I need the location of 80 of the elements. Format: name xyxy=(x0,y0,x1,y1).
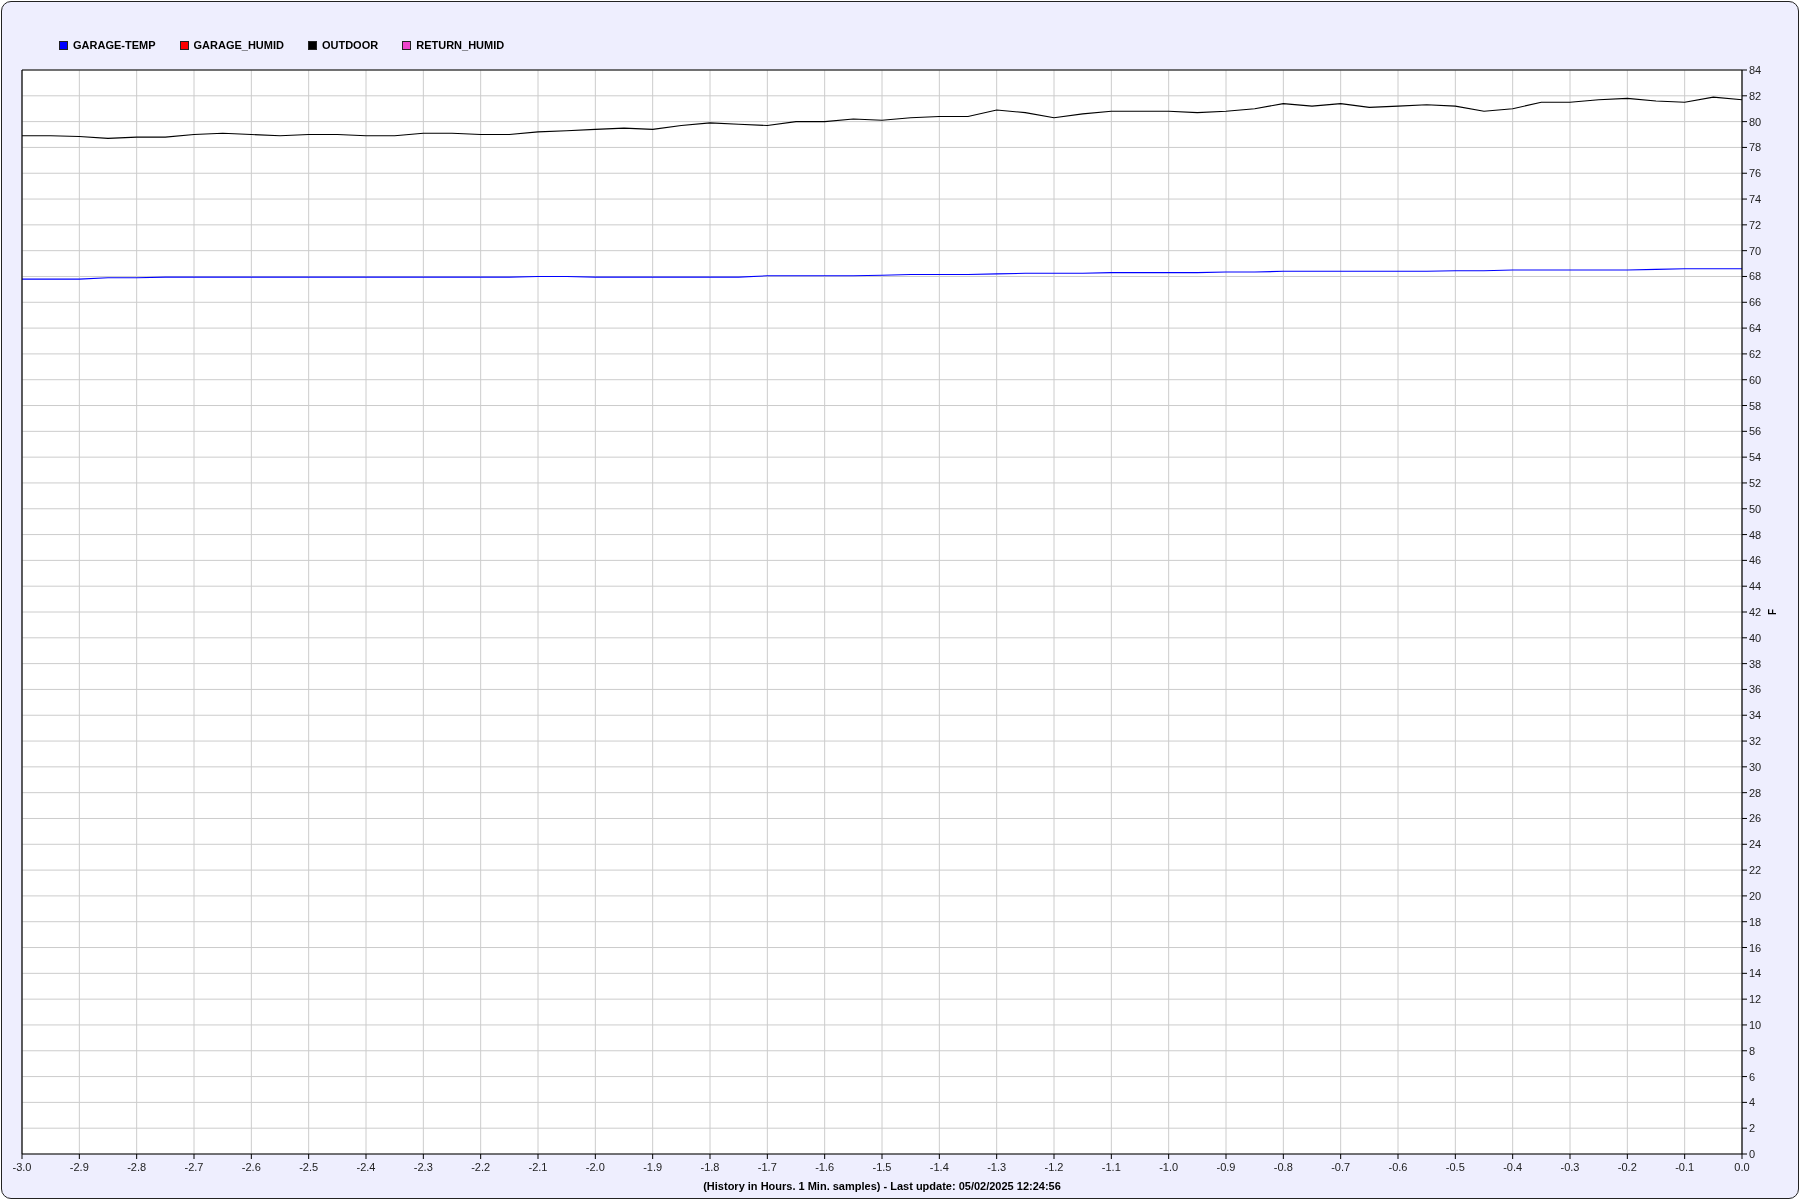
y-tick-label: 46 xyxy=(1749,554,1762,567)
y-tick-label: 14 xyxy=(1749,967,1762,980)
x-tick-label: -1.0 xyxy=(1159,1161,1179,1173)
y-tick-label: 66 xyxy=(1749,296,1762,309)
y-tick-label: 2 xyxy=(1749,1122,1756,1135)
y-tick-label: 6 xyxy=(1749,1070,1756,1083)
y-tick-label: 72 xyxy=(1749,218,1762,231)
y-tick-label: 68 xyxy=(1749,270,1762,283)
y-tick-label: 38 xyxy=(1749,657,1762,670)
y-tick-label: 60 xyxy=(1749,373,1762,386)
legend-label: GARAGE-TEMP xyxy=(73,39,156,51)
y-tick-label: 48 xyxy=(1749,528,1762,541)
x-tick-label: -0.3 xyxy=(1560,1161,1580,1173)
x-tick-label: -2.4 xyxy=(356,1161,376,1173)
x-tick-label: -1.7 xyxy=(757,1161,777,1173)
y-tick-label: 84 xyxy=(1749,64,1762,76)
x-tick-label: -1.2 xyxy=(1044,1161,1064,1173)
y-tick-label: 58 xyxy=(1749,399,1762,412)
y-tick-label: 78 xyxy=(1749,141,1762,154)
y-tick-label: 40 xyxy=(1749,631,1762,644)
y-tick-label: 20 xyxy=(1749,889,1762,902)
x-tick-label: -0.6 xyxy=(1388,1161,1408,1173)
y-tick-label: 22 xyxy=(1749,864,1762,877)
x-tick-label: 0.0 xyxy=(1734,1161,1750,1173)
y-tick-label: 8 xyxy=(1749,1044,1756,1057)
x-tick-label: -1.5 xyxy=(872,1161,892,1173)
y-tick-label: 28 xyxy=(1749,786,1762,799)
x-tick-label: -2.5 xyxy=(299,1161,319,1173)
legend-label: OUTDOOR xyxy=(321,39,379,51)
x-tick-label: -2.6 xyxy=(241,1161,261,1173)
x-tick-label: -1.4 xyxy=(929,1161,949,1173)
x-tick-label: -1.6 xyxy=(815,1161,835,1173)
y-tick-label: 30 xyxy=(1749,760,1762,773)
x-tick-label: -2.3 xyxy=(413,1161,433,1173)
x-tick-label: -2.9 xyxy=(69,1161,89,1173)
x-tick-label: -0.9 xyxy=(1216,1161,1236,1173)
y-tick-label: 32 xyxy=(1749,735,1762,748)
y-tick-label: 80 xyxy=(1749,115,1762,128)
y-tick-label: 34 xyxy=(1749,709,1762,722)
y-tick-label: 0 xyxy=(1749,1148,1756,1160)
y-tick-label: 44 xyxy=(1749,580,1762,593)
x-tick-label: -0.5 xyxy=(1445,1161,1465,1173)
x-tick-label: -2.7 xyxy=(184,1161,204,1173)
x-axis-title: (History in Hours. 1 Min. samples) - Last update: 05/02/2025 12:24:56 xyxy=(703,1180,1061,1192)
y-tick-label: 16 xyxy=(1749,941,1762,954)
x-tick-label: -0.7 xyxy=(1331,1161,1351,1173)
y-tick-label: 12 xyxy=(1749,993,1762,1006)
y-tick-label: 18 xyxy=(1749,915,1762,928)
legend-label: GARAGE_HUMID xyxy=(193,39,284,51)
y-tick-label: 10 xyxy=(1749,1018,1762,1031)
y-tick-label: 64 xyxy=(1749,322,1762,335)
x-tick-label: -0.8 xyxy=(1273,1161,1293,1173)
y-tick-label: 4 xyxy=(1749,1096,1756,1109)
x-tick-label: -2.1 xyxy=(528,1161,548,1173)
x-tick-label: -0.1 xyxy=(1675,1161,1695,1173)
x-tick-label: -2.2 xyxy=(471,1161,491,1173)
y-tick-label: 52 xyxy=(1749,476,1762,489)
x-tick-label: -1.8 xyxy=(700,1161,720,1173)
y-tick-label: 56 xyxy=(1749,425,1762,438)
y-tick-label: 70 xyxy=(1749,244,1762,257)
y-tick-label: 24 xyxy=(1749,838,1762,851)
y-tick-label: 26 xyxy=(1749,812,1762,825)
x-tick-label: -1.9 xyxy=(643,1161,663,1173)
x-tick-label: -3.0 xyxy=(12,1161,32,1173)
y-tick-label: 76 xyxy=(1749,167,1762,180)
y-tick-label: 42 xyxy=(1749,606,1762,618)
legend-label: RETURN_HUMID xyxy=(416,39,505,51)
y-tick-label: 54 xyxy=(1749,451,1762,464)
x-tick-label: -2.8 xyxy=(127,1161,147,1173)
x-tick-label: -0.4 xyxy=(1503,1161,1523,1173)
x-tick-label: -1.3 xyxy=(987,1161,1007,1173)
y-tick-label: 36 xyxy=(1749,683,1762,696)
x-tick-label: -2.0 xyxy=(585,1161,605,1173)
x-tick-label: -1.1 xyxy=(1101,1161,1121,1173)
y-tick-label: 82 xyxy=(1749,89,1762,102)
y-tick-label: 62 xyxy=(1749,347,1762,360)
x-tick-label: -0.2 xyxy=(1617,1161,1637,1173)
y-tick-label: 50 xyxy=(1749,502,1762,515)
y-tick-label: 74 xyxy=(1749,193,1762,206)
y-axis-title: F xyxy=(1767,608,1778,616)
